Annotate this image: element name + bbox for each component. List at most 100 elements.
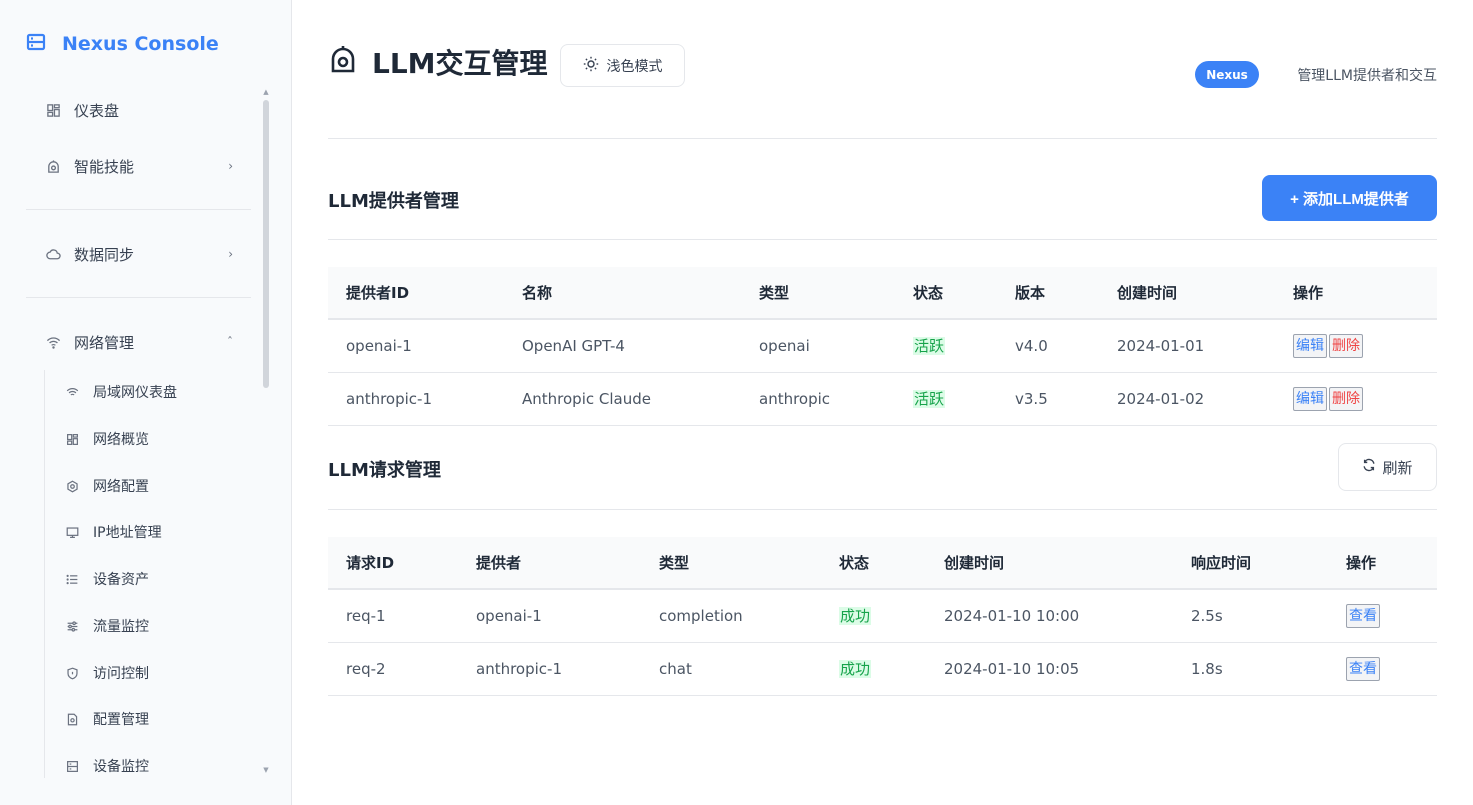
- sidebar-item-network[interactable]: 网络管理 ˆ: [26, 322, 251, 362]
- wifi-icon: [45, 334, 61, 350]
- sidebar-item-dashboard[interactable]: 仪表盘: [26, 90, 251, 130]
- cloud-icon: [45, 246, 61, 262]
- column-header: 类型: [659, 554, 690, 572]
- page-subtitle: 管理LLM提供者和交互: [1297, 68, 1437, 84]
- scroll-up-arrow[interactable]: ▲: [262, 88, 270, 96]
- sidebar-subitem-label: 流量监控: [93, 619, 149, 635]
- sidebar-subitem-lan-dashboard[interactable]: 局域网仪表盘: [45, 373, 252, 411]
- sidebar-subitem-device-monitor[interactable]: 设备监控: [45, 747, 252, 785]
- column-header: 状态: [913, 284, 944, 302]
- sidebar-scrollbar-thumb[interactable]: [263, 100, 269, 388]
- sidebar-item-data-sync[interactable]: 数据同步 ›: [26, 234, 251, 274]
- refresh-label: 刷新: [1382, 459, 1413, 477]
- sidebar-subitem-access-control[interactable]: 访问控制: [45, 654, 252, 692]
- robot-icon: [45, 158, 61, 174]
- edit-button[interactable]: 编辑: [1293, 333, 1327, 358]
- sidebar-item-label: 智能技能: [74, 157, 135, 176]
- request-id: req-1: [346, 606, 386, 625]
- sidebar-subitem-network-config[interactable]: 网络配置: [45, 467, 252, 505]
- view-button[interactable]: 查看: [1346, 656, 1380, 681]
- file-settings-icon: [65, 712, 79, 726]
- sidebar-subitem-label: 设备资产: [93, 572, 149, 588]
- provider-created: 2024-01-01: [1117, 336, 1205, 355]
- list-icon: [65, 572, 79, 586]
- provider-name: Anthropic Claude: [522, 389, 651, 408]
- page-title-text: LLM交互管理: [372, 47, 548, 80]
- refresh-icon: [1362, 458, 1376, 476]
- provider-version: v4.0: [1015, 336, 1048, 355]
- shield-icon: [65, 666, 79, 680]
- request-response-time: 1.8s: [1191, 659, 1223, 678]
- sidebar-subitem-label: 网络概览: [93, 432, 149, 448]
- refresh-button[interactable]: 刷新: [1338, 443, 1437, 491]
- provider-name: OpenAI GPT-4: [522, 336, 625, 355]
- request-provider: openai-1: [476, 606, 542, 625]
- chevron-right-icon: ›: [228, 247, 233, 261]
- providers-table: 提供者ID 名称 类型 状态 版本 创建时间 操作 openai-1 OpenA…: [328, 267, 1437, 426]
- scroll-down-arrow[interactable]: ▼: [262, 766, 270, 774]
- server-icon: [26, 32, 46, 57]
- request-created: 2024-01-10 10:05: [944, 659, 1080, 678]
- page-title: LLM交互管理: [328, 42, 548, 82]
- column-header: 状态: [839, 554, 870, 572]
- section-divider: [328, 239, 1437, 240]
- brand-name: Nexus Console: [62, 33, 219, 55]
- sidebar-item-label: 数据同步: [74, 245, 135, 264]
- sidebar-divider: [26, 209, 251, 210]
- request-created: 2024-01-10 10:00: [944, 606, 1080, 625]
- column-header: 提供者ID: [346, 284, 410, 302]
- request-provider: anthropic-1: [476, 659, 562, 678]
- request-type: chat: [659, 659, 692, 678]
- provider-id: anthropic-1: [346, 389, 432, 408]
- add-provider-button[interactable]: + 添加LLM提供者: [1262, 175, 1437, 221]
- chevron-right-icon: ›: [228, 159, 233, 173]
- chevron-up-icon: ˆ: [227, 335, 233, 349]
- table-row: req-1 openai-1 completion 成功 2024-01-10 …: [328, 589, 1437, 642]
- view-button[interactable]: 查看: [1346, 603, 1380, 628]
- status-badge: 成功: [839, 607, 872, 626]
- sidebar-subnav: 局域网仪表盘 网络概览 网络配置 IP地址管理 设备资产 流量监控 访问控制 配…: [44, 370, 251, 778]
- sidebar-subitem-ip-management[interactable]: IP地址管理: [45, 513, 252, 551]
- column-header: 响应时间: [1191, 554, 1252, 572]
- sidebar-subitem-config-management[interactable]: 配置管理: [45, 700, 252, 738]
- providers-section-title: LLM提供者管理: [328, 191, 459, 212]
- status-badge: 活跃: [913, 390, 946, 408]
- server-icon: [65, 759, 79, 773]
- request-response-time: 2.5s: [1191, 606, 1223, 625]
- column-header: 版本: [1015, 284, 1046, 302]
- sidebar-subitem-traffic-monitor[interactable]: 流量监控: [45, 607, 252, 645]
- wifi-icon: [65, 385, 79, 399]
- requests-table: 请求ID 提供者 类型 状态 创建时间 响应时间 操作 req-1 openai…: [328, 537, 1437, 696]
- delete-button[interactable]: 删除: [1329, 333, 1363, 358]
- column-header: 类型: [759, 284, 790, 302]
- sidebar-subitem-network-overview[interactable]: 网络概览: [45, 420, 252, 458]
- sidebar-subitem-device-assets[interactable]: 设备资产: [45, 560, 252, 598]
- sidebar-item-label: 网络管理: [74, 333, 135, 352]
- sidebar-subitem-label: IP地址管理: [93, 525, 162, 541]
- section-divider: [328, 509, 1437, 510]
- requests-section-title: LLM请求管理: [328, 460, 441, 481]
- settings-icon: [65, 479, 79, 493]
- column-header: 提供者: [476, 554, 522, 572]
- table-header-row: 请求ID 提供者 类型 状态 创建时间 响应时间 操作: [328, 537, 1437, 589]
- column-header: 创建时间: [944, 554, 1005, 572]
- sliders-icon: [65, 619, 79, 633]
- delete-button[interactable]: 删除: [1329, 386, 1363, 411]
- column-header: 名称: [522, 284, 553, 302]
- sidebar-subitem-label: 设备监控: [93, 759, 149, 775]
- provider-version: v3.5: [1015, 389, 1048, 408]
- brand[interactable]: Nexus Console: [26, 30, 219, 58]
- request-type: completion: [659, 606, 743, 625]
- provider-type: anthropic: [759, 389, 831, 408]
- sidebar-subitem-label: 配置管理: [93, 712, 149, 728]
- edit-button[interactable]: 编辑: [1293, 386, 1327, 411]
- sidebar: Nexus Console 仪表盘 智能技能 › 数据同步 › 网络管理 ˆ 局…: [0, 0, 292, 805]
- brand-badge: Nexus: [1195, 61, 1259, 88]
- theme-toggle-button[interactable]: 浅色模式: [560, 44, 685, 87]
- sun-icon: [583, 56, 599, 75]
- status-badge: 成功: [839, 660, 872, 678]
- sidebar-item-skills[interactable]: 智能技能 ›: [26, 146, 251, 186]
- theme-toggle-label: 浅色模式: [606, 57, 663, 74]
- column-header: 创建时间: [1117, 284, 1178, 302]
- provider-created: 2024-01-02: [1117, 389, 1205, 408]
